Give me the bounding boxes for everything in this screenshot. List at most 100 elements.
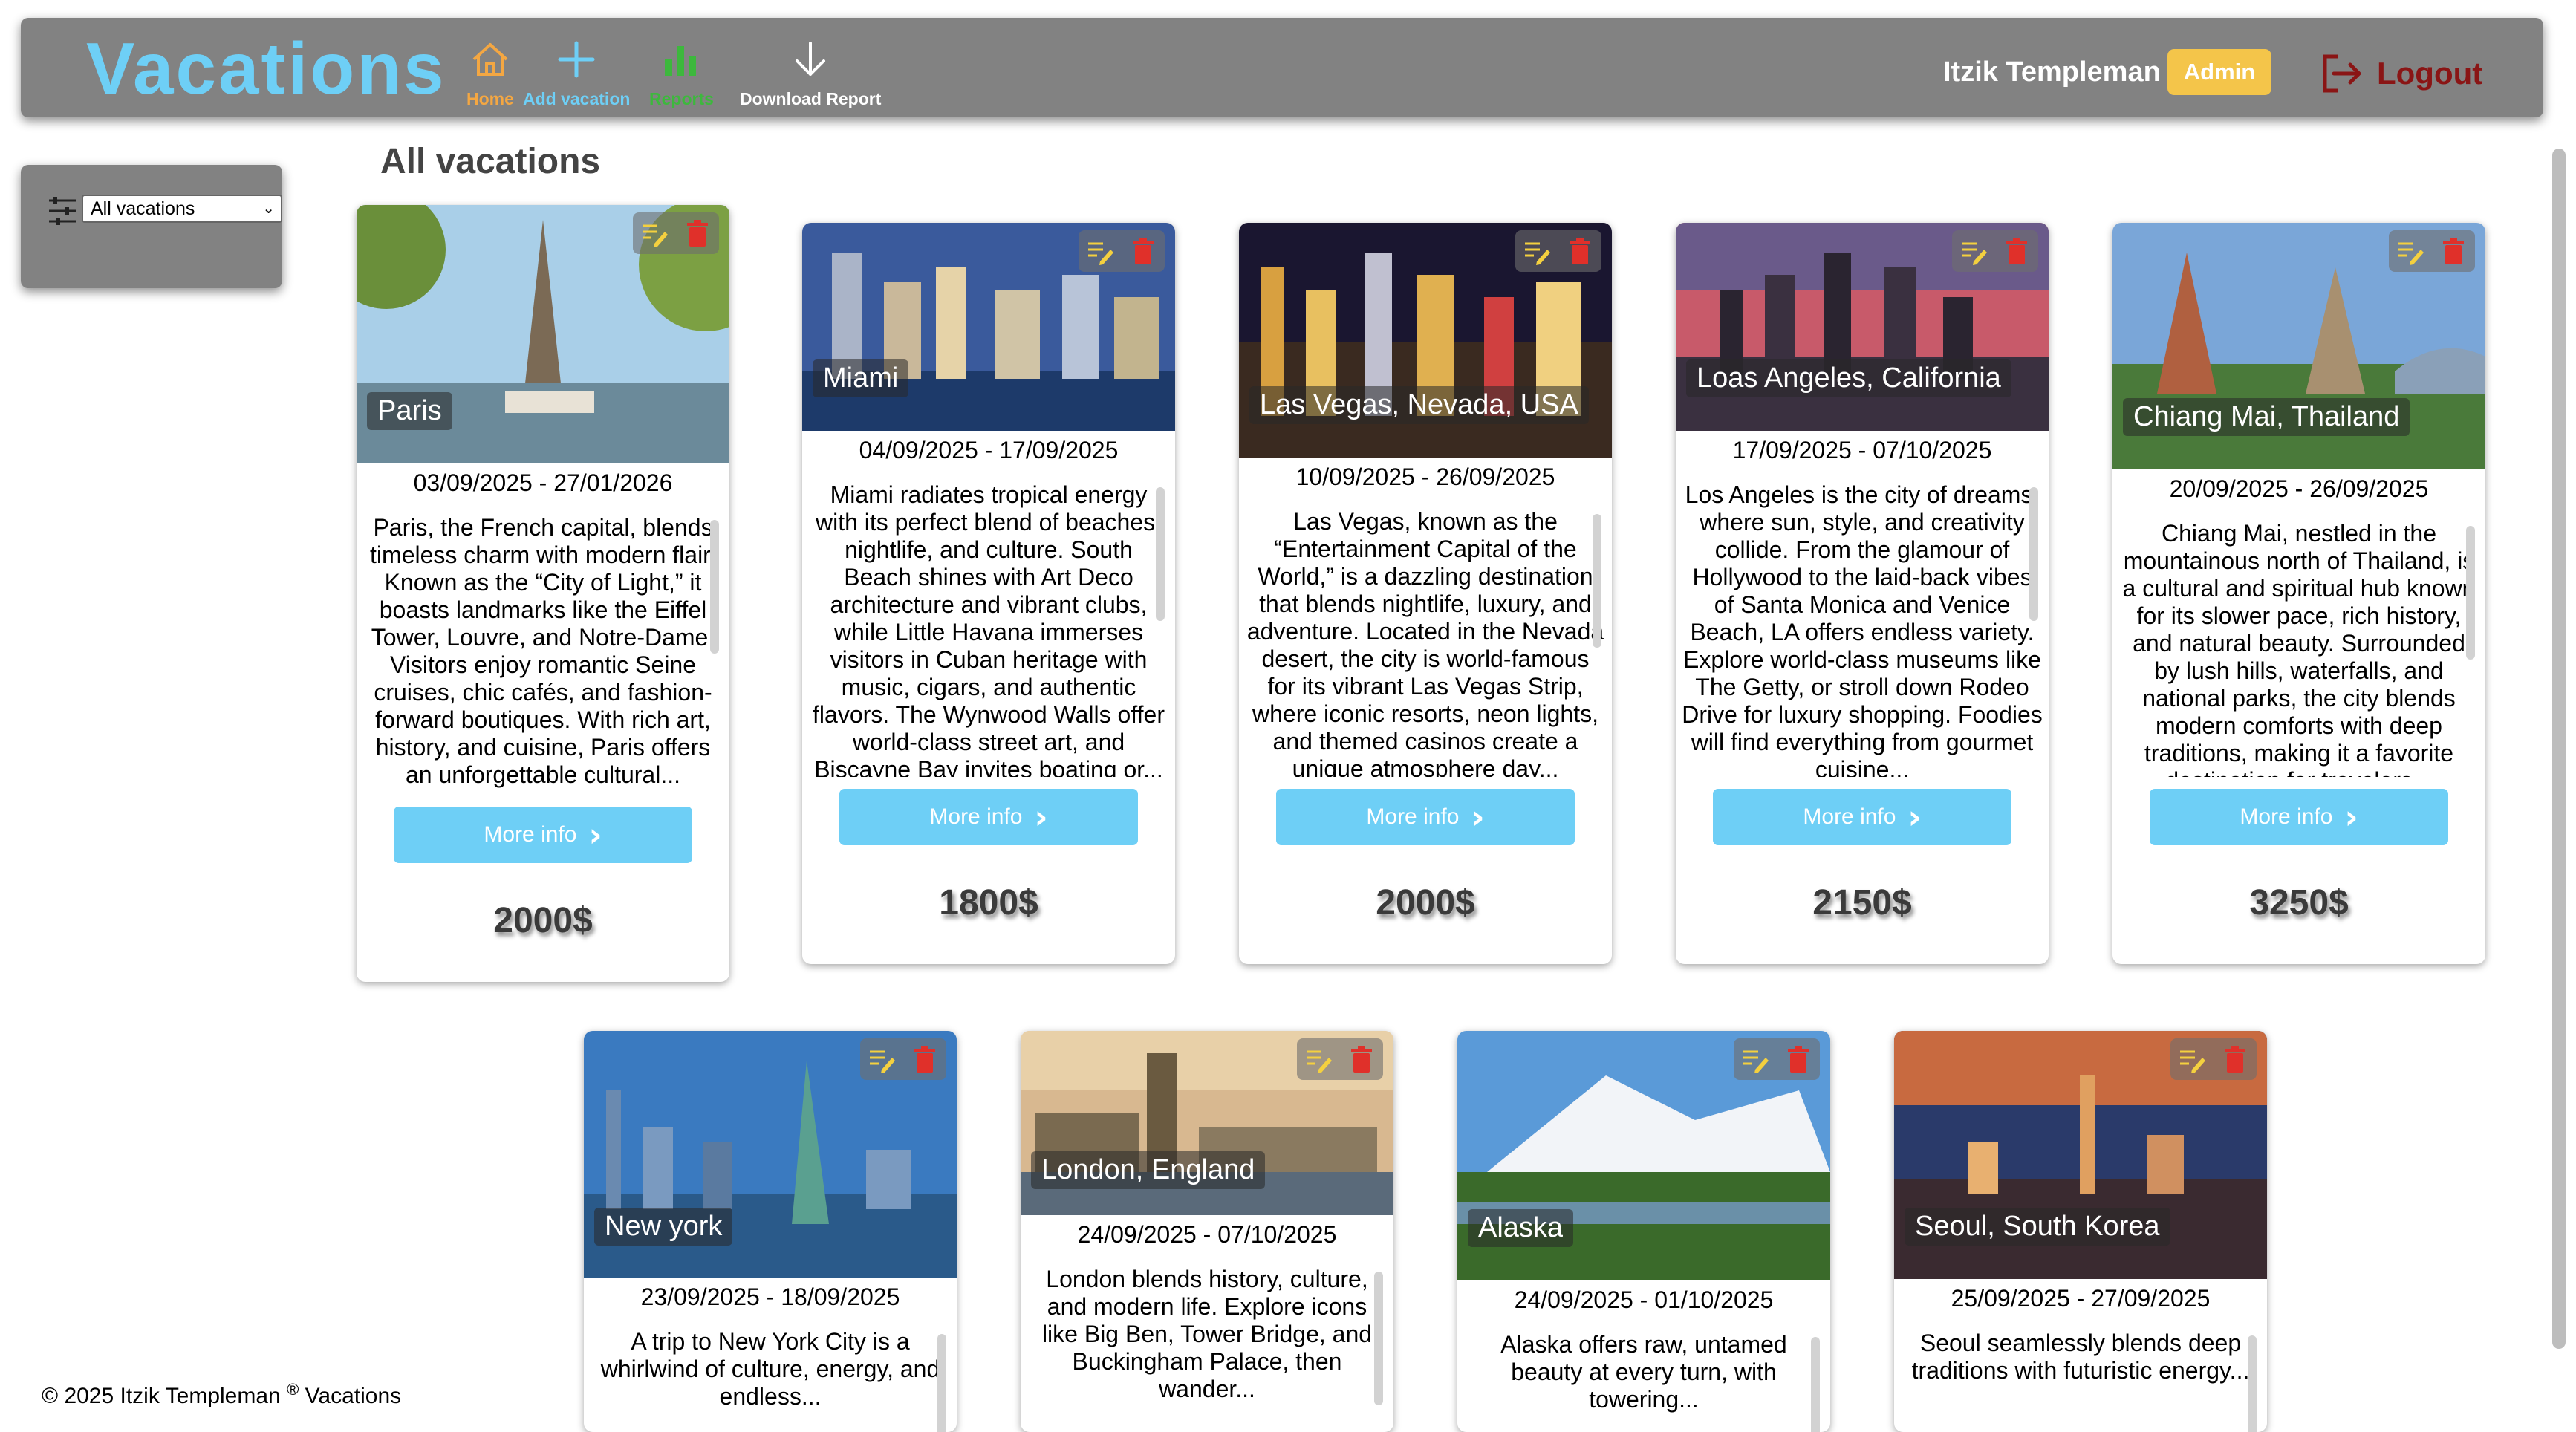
vacation-price: 2000$	[1376, 883, 1475, 922]
description-scrollbar[interactable]	[1374, 1272, 1383, 1405]
logout-icon	[2323, 54, 2361, 93]
logout-label: Logout	[2377, 56, 2483, 91]
nav-reports[interactable]: Reports	[649, 37, 714, 109]
nav-add-vacation-label: Add vacation	[523, 89, 631, 108]
description-scrollbar[interactable]	[2466, 526, 2475, 660]
vacation-title: Loas Angeles, California	[1686, 359, 2011, 397]
chevron-right-icon: ›	[1907, 798, 1922, 836]
vacation-card-paris: Paris 03/09/2025 - 27/01/2026 Paris, the …	[357, 205, 729, 982]
footer-suffix: Vacations	[299, 1384, 402, 1408]
home-icon	[472, 43, 508, 76]
card-actions	[2170, 1038, 2257, 1080]
vacation-dates: 10/09/2025 - 26/09/2025	[1295, 463, 1555, 490]
vacation-price: 1800$	[939, 883, 1038, 922]
vacation-title: London, England	[1031, 1151, 1266, 1189]
edit-icon[interactable]	[1085, 236, 1115, 266]
registered-mark: ®	[287, 1380, 299, 1399]
more-info-label: More info	[1803, 804, 1896, 829]
nav-add-vacation[interactable]: Add vacation	[523, 37, 630, 109]
vacation-dates: 17/09/2025 - 07/10/2025	[1732, 437, 1992, 463]
vacation-description: Los Angeles is the city of dreams, where…	[1682, 481, 2043, 777]
delete-icon[interactable]	[683, 218, 712, 248]
plus-icon	[558, 41, 595, 78]
vacation-card-miami: Miami 04/09/2025 - 17/09/2025 Miami radia…	[802, 223, 1175, 964]
vacation-title: Seoul, South Korea	[1905, 1208, 2170, 1246]
delete-icon[interactable]	[1128, 236, 1158, 266]
vacation-description: Alaska offers raw, untamed beauty at eve…	[1500, 1331, 1787, 1413]
delete-icon[interactable]	[2439, 236, 2468, 266]
vacation-dates: 04/09/2025 - 17/09/2025	[859, 437, 1119, 463]
more-info-button[interactable]: More info ›	[1276, 789, 1575, 845]
edit-icon[interactable]	[640, 218, 669, 248]
filter-sliders-icon	[49, 197, 76, 225]
download-icon	[796, 42, 826, 76]
vacation-dates: 24/09/2025 - 01/10/2025	[1514, 1286, 1774, 1313]
vacation-card-london-england: London, England 24/09/2025 - 07/10/2025 L…	[1021, 1031, 1393, 1432]
edit-icon[interactable]	[1959, 236, 1988, 266]
vacation-description: Chiang Mai, nestled in the mountainous n…	[2122, 520, 2476, 777]
description-scrollbar[interactable]	[1156, 487, 1165, 621]
vacation-dates: 03/09/2025 - 27/01/2026	[413, 469, 673, 496]
nav-download-report[interactable]: Download Report	[740, 37, 881, 109]
vacation-card-chiang-mai-thailand: Chiang Mai, Thailand 20/09/2025 - 26/09/…	[2112, 223, 2485, 964]
chevron-right-icon: ›	[1471, 798, 1485, 836]
edit-icon[interactable]	[1304, 1044, 1333, 1074]
more-info-label: More info	[1366, 804, 1460, 829]
description-scrollbar[interactable]	[2029, 487, 2038, 621]
more-info-button[interactable]: More info ›	[839, 789, 1138, 845]
vacation-card-alaska: Alaska 24/09/2025 - 01/10/2025 Alaska off…	[1457, 1031, 1830, 1432]
description-scrollbar[interactable]	[1593, 514, 1601, 648]
delete-icon[interactable]	[2002, 236, 2032, 266]
role-badge: Admin	[2167, 49, 2271, 95]
card-actions	[633, 212, 719, 254]
vacation-title: New york	[594, 1208, 733, 1246]
vacation-dates: 20/09/2025 - 26/09/2025	[2169, 475, 2429, 502]
vacation-title: Miami	[813, 359, 909, 397]
delete-icon[interactable]	[1783, 1044, 1813, 1074]
edit-icon[interactable]	[2396, 236, 2425, 266]
vacation-filter-select[interactable]: All vacations ⌄	[82, 195, 282, 223]
nav-reports-label: Reports	[649, 89, 714, 108]
more-info-label: More info	[929, 804, 1023, 829]
more-info-label: More info	[2240, 804, 2333, 829]
more-info-button[interactable]: More info ›	[1713, 789, 2011, 845]
nav-home-label: Home	[466, 89, 514, 108]
footer-copyright: © 2025 Itzik Templeman	[42, 1384, 281, 1408]
card-actions	[2389, 230, 2475, 272]
edit-icon[interactable]	[867, 1044, 897, 1074]
chevron-right-icon: ›	[588, 816, 602, 854]
card-actions	[1952, 230, 2038, 272]
logout-button[interactable]: Logout	[2319, 51, 2482, 97]
edit-icon[interactable]	[2177, 1044, 2207, 1074]
description-scrollbar[interactable]	[710, 520, 719, 654]
vacation-title: Chiang Mai, Thailand	[2123, 398, 2410, 436]
chevron-right-icon: ›	[2344, 798, 2358, 836]
more-info-label: More info	[484, 822, 577, 847]
brand-logo[interactable]: Vacations	[86, 27, 446, 111]
vacation-price: 2000$	[493, 901, 593, 940]
edit-icon[interactable]	[1522, 236, 1552, 266]
footer: © 2025 Itzik Templeman ® Vacations	[42, 1380, 401, 1409]
vacation-dates: 24/09/2025 - 07/10/2025	[1077, 1221, 1337, 1248]
more-info-button[interactable]: More info ›	[2150, 789, 2448, 845]
chevron-down-icon: ⌄	[262, 201, 275, 217]
delete-icon[interactable]	[1347, 1044, 1376, 1074]
page-scrollbar[interactable]	[2552, 149, 2566, 1349]
vacation-description: Las Vegas, known as the “Entertainment C…	[1246, 508, 1604, 777]
description-scrollbar[interactable]	[937, 1334, 946, 1432]
delete-icon[interactable]	[1565, 236, 1595, 266]
delete-icon[interactable]	[2220, 1044, 2250, 1074]
description-scrollbar[interactable]	[2248, 1335, 2257, 1432]
more-info-button[interactable]: More info ›	[394, 807, 692, 863]
vacation-title: Las Vegas, Nevada, USA	[1249, 386, 1589, 424]
vacation-description: London blends history, culture, and mode…	[1041, 1266, 1373, 1402]
vacation-description: Paris, the French capital, blends timele…	[370, 514, 716, 788]
nav-home[interactable]: Home	[466, 37, 514, 109]
vacation-dates: 25/09/2025 - 27/09/2025	[1951, 1285, 2211, 1312]
nav-download-report-label: Download Report	[740, 89, 882, 108]
delete-icon[interactable]	[910, 1044, 940, 1074]
description-scrollbar[interactable]	[1811, 1337, 1820, 1432]
vacation-description: A trip to New York City is a whirlwind o…	[600, 1328, 940, 1410]
edit-icon[interactable]	[1740, 1044, 1770, 1074]
user-name: Itzik Templeman	[1943, 56, 2161, 88]
